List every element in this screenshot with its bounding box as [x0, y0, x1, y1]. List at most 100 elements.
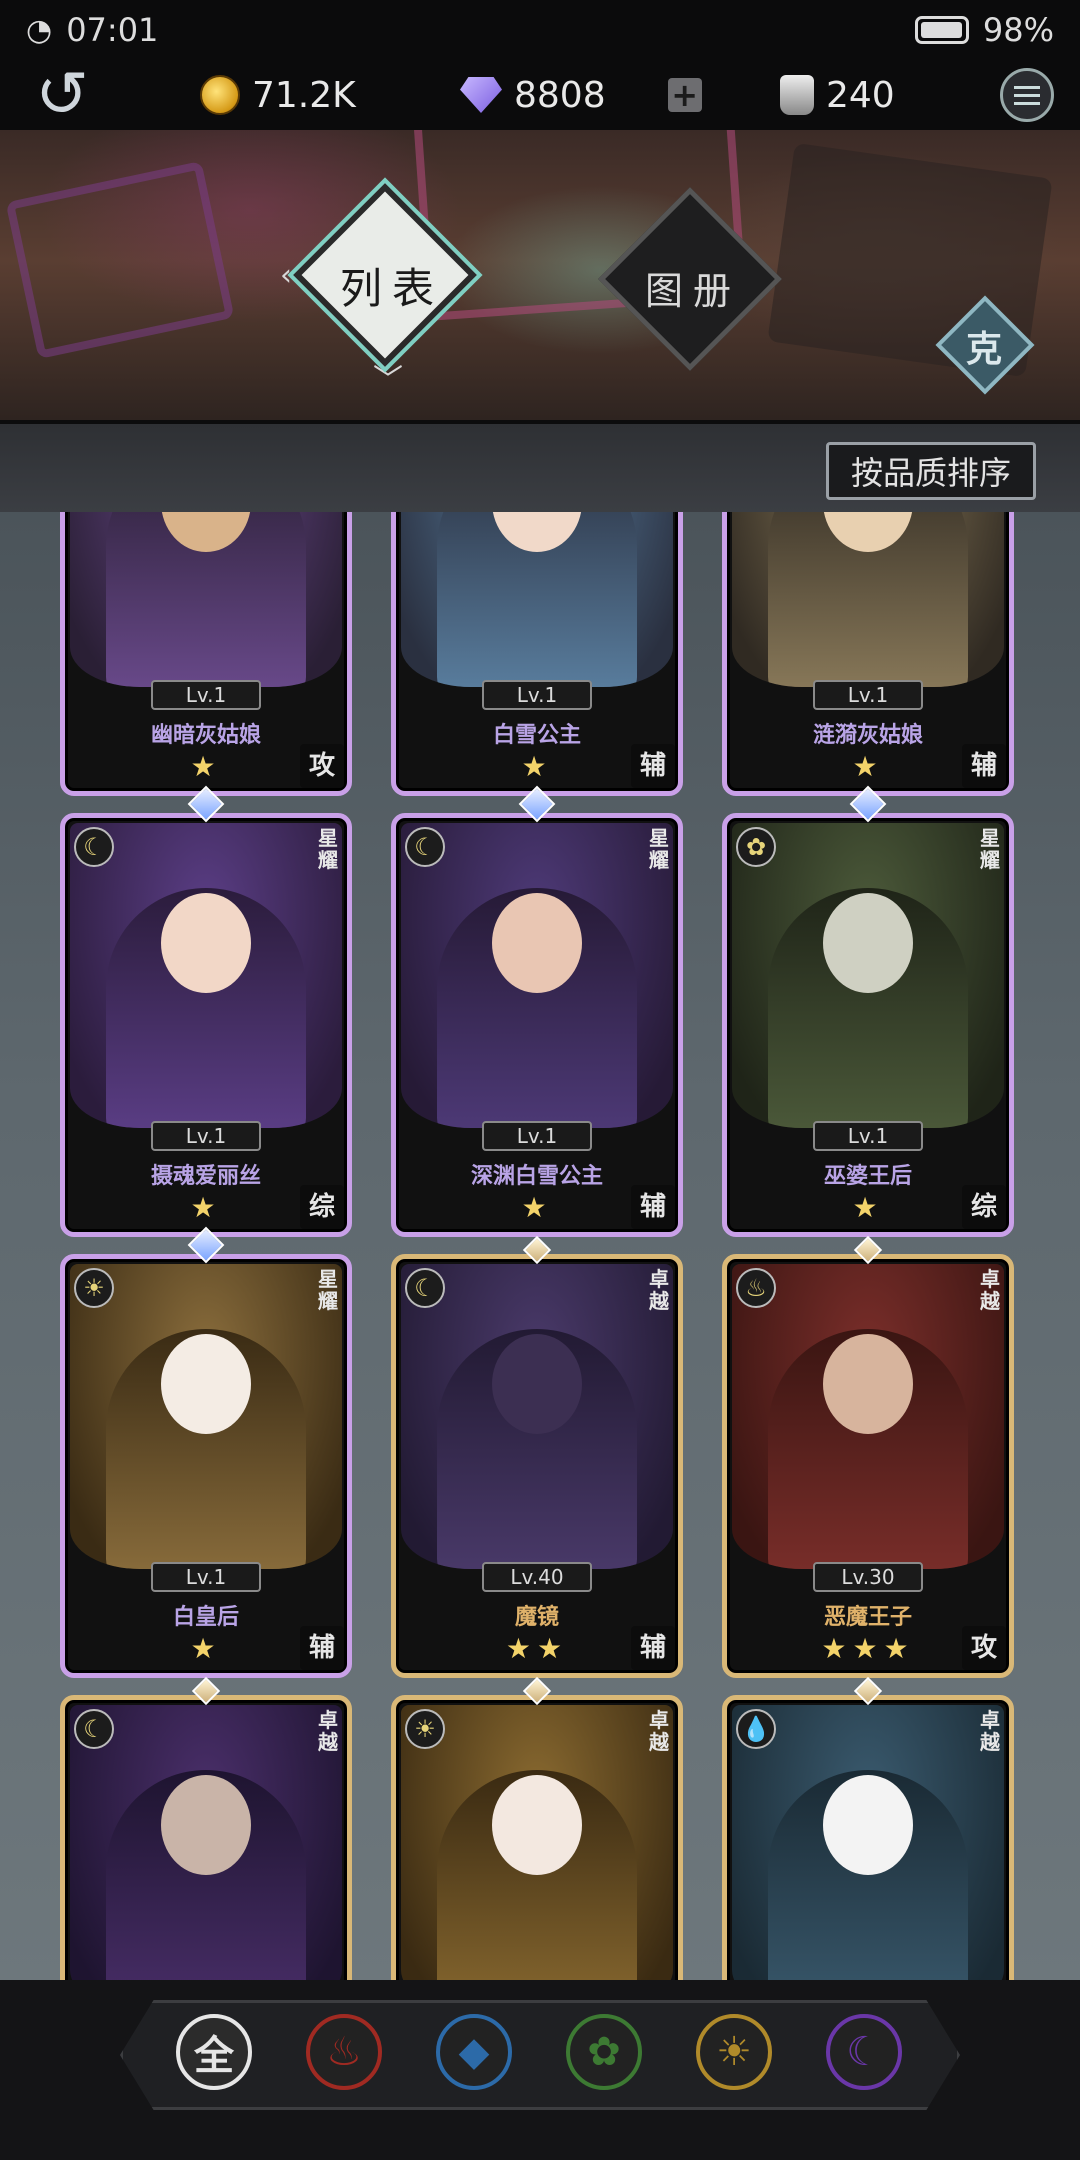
role-badge: 辅 [631, 1626, 675, 1670]
card-level: Lv.40 [482, 1562, 592, 1592]
chevron-left-icon: ‹ [280, 258, 292, 293]
card-grid[interactable]: Lv.1 幽暗灰姑娘 ★ 攻 Lv.1 白雪公主 ★ 辅 Lv.1 涟漪灰姑娘 … [0, 512, 1080, 1980]
fire-icon: ♨ [326, 2029, 362, 2075]
battery-level: 98% [982, 11, 1054, 49]
ink-amount: 240 [826, 74, 895, 116]
role-badge: 综 [300, 1185, 344, 1229]
sun-icon: ☀ [716, 2029, 752, 2075]
character-card[interactable]: 💧 卓越 Lv.1 三月兔 ★★ 综 [722, 1676, 1014, 1980]
role-badge: 辅 [300, 1626, 344, 1670]
character-head [492, 893, 582, 993]
role-badge: 辅 [962, 744, 1006, 788]
card-level: Lv.30 [813, 1562, 923, 1592]
role-badge: 攻 [300, 744, 344, 788]
element-icon: ☀ [405, 1709, 445, 1749]
character-portrait [401, 1705, 673, 1980]
background-card [5, 160, 235, 360]
moon-icon: ☾ [846, 2029, 882, 2075]
gem-counter: 8808 + [460, 60, 702, 130]
character-head [823, 893, 913, 993]
all-icon: 全 [194, 2033, 234, 2079]
element-icon: ♨ [736, 1268, 776, 1308]
character-card[interactable]: ☀ 星耀 Lv.1 白皇后 ★ 辅 [60, 1226, 352, 1678]
diamond-icon [460, 77, 502, 113]
menu-button[interactable] [1000, 68, 1054, 122]
card-level: Lv.1 [482, 680, 592, 710]
ink-counter: 240 [780, 60, 895, 130]
wifi-icon: ◔ [26, 12, 53, 48]
status-bar: ◔ 07:01 98% [0, 0, 1080, 60]
character-portrait [70, 823, 342, 1128]
card-level: Lv.1 [151, 680, 261, 710]
character-card[interactable]: ☀ 卓越 Lv.10 格林 ★ 攻 [391, 1676, 683, 1980]
rank-badge: 卓越 [980, 1708, 1000, 1754]
sort-bar: 按品质排序 [0, 420, 1080, 512]
character-head [823, 1775, 913, 1875]
element-filter-bar: 全 ♨ ◆ ✿ ☀ ☾ [0, 1980, 1080, 2160]
element-icon: ☾ [405, 1268, 445, 1308]
role-badge: 辅 [631, 1185, 675, 1229]
character-portrait [401, 512, 673, 687]
filter-fire-button[interactable]: ♨ [306, 2014, 382, 2090]
water-icon: ◆ [458, 2029, 490, 2075]
card-level: Lv.1 [482, 1121, 592, 1151]
character-card[interactable]: Lv.1 白雪公主 ★ 辅 [391, 512, 683, 796]
add-gems-button[interactable]: + [667, 78, 702, 112]
card-level: Lv.1 [813, 680, 923, 710]
character-card[interactable]: ☾ 星耀 Lv.1 深渊白雪公主 ★ 辅 [391, 785, 683, 1237]
character-portrait [732, 1264, 1004, 1569]
back-button[interactable]: ↺ [22, 60, 102, 130]
card-level: Lv.1 [151, 1562, 261, 1592]
filter-leaf-button[interactable]: ✿ [566, 2014, 642, 2090]
role-badge: 攻 [962, 1626, 1006, 1670]
character-card[interactable]: ✿ 星耀 Lv.1 巫婆王后 ★ 综 [722, 785, 1014, 1237]
character-portrait [401, 1264, 673, 1569]
element-icon: ☀ [74, 1268, 114, 1308]
character-head [492, 1334, 582, 1434]
sort-by-quality-button[interactable]: 按品质排序 [826, 442, 1036, 500]
character-portrait [70, 1264, 342, 1569]
rank-badge: 星耀 [649, 826, 669, 872]
element-icon: 💧 [736, 1709, 776, 1749]
character-head [823, 1334, 913, 1434]
character-head [161, 1334, 251, 1434]
rank-badge: 星耀 [980, 826, 1000, 872]
collection-banner: ︿ ‹ › ﹀ 列表 图册 克 [0, 130, 1080, 420]
tab-atlas-label: 图册 [645, 269, 742, 313]
character-card[interactable]: Lv.1 涟漪灰姑娘 ★ 辅 [722, 512, 1014, 796]
role-badge: 辅 [631, 744, 675, 788]
character-head [161, 893, 251, 993]
filter-moon-button[interactable]: ☾ [826, 2014, 902, 2090]
menu-icon [1014, 85, 1040, 89]
character-portrait [732, 823, 1004, 1128]
filter-all-button[interactable]: 全 [176, 2014, 252, 2090]
filter-water-button[interactable]: ◆ [436, 2014, 512, 2090]
character-card[interactable]: Lv.1 幽暗灰姑娘 ★ 攻 [60, 512, 352, 796]
rank-badge: 卓越 [649, 1267, 669, 1313]
gem-amount: 8808 [514, 74, 606, 116]
rank-badge: 星耀 [318, 826, 338, 872]
character-card[interactable]: ☾ 星耀 Lv.1 摄魂爱丽丝 ★ 综 [60, 785, 352, 1237]
character-card[interactable]: ♨ 卓越 Lv.30 恶魔王子 ★★★ 攻 [722, 1235, 1014, 1678]
gold-amount: 71.2K [252, 74, 356, 116]
element-icon: ☾ [74, 827, 114, 867]
card-level: Lv.1 [151, 1121, 261, 1151]
character-portrait [732, 512, 1004, 687]
character-portrait [70, 512, 342, 687]
gold-coin-icon [200, 75, 240, 115]
character-head [492, 1775, 582, 1875]
character-portrait [732, 1705, 1004, 1980]
character-card[interactable]: ☾ 卓越 Lv.20 镜中人 ★★ 综 [60, 1676, 352, 1980]
resource-bar: ↺ 71.2K 8808 + 240 [0, 60, 1080, 130]
gold-counter: 71.2K [200, 60, 356, 130]
tab-list-label: 列表 [340, 264, 445, 313]
filter-sun-button[interactable]: ☀ [696, 2014, 772, 2090]
character-portrait [70, 1705, 342, 1980]
character-portrait [401, 823, 673, 1128]
card-level: Lv.1 [813, 1121, 923, 1151]
element-icon: ☾ [405, 827, 445, 867]
role-badge: 综 [962, 1185, 1006, 1229]
character-card[interactable]: ☾ 卓越 Lv.40 魔镜 ★★ 辅 [391, 1235, 683, 1678]
counter-label: 克 [966, 329, 1003, 370]
element-icon: ☾ [74, 1709, 114, 1749]
